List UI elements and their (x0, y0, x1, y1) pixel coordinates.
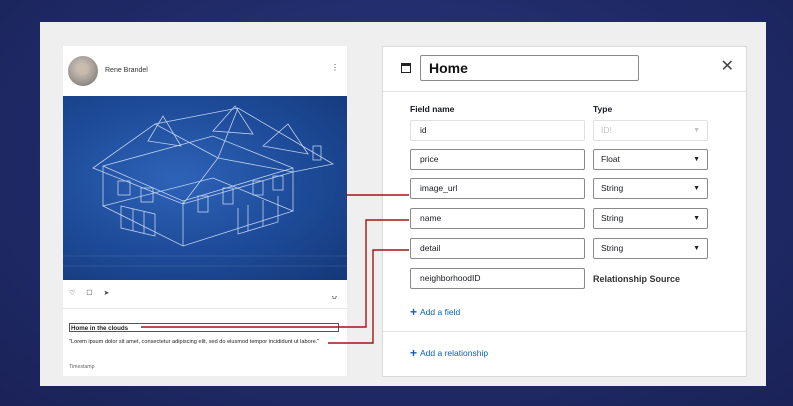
house-blueprint-image (63, 96, 347, 280)
divider (383, 331, 746, 332)
chevron-down-icon: ▼ (693, 127, 700, 134)
house-wireframe-icon (63, 105, 347, 267)
type-value: String (601, 243, 624, 253)
post-author: Rene Brandel (105, 67, 148, 74)
relationship-source-label: Relationship Source (593, 274, 681, 284)
type-value: ID! (601, 125, 612, 135)
type-select-name[interactable]: String ▼ (593, 208, 708, 229)
post-timestamp: Timestamp (69, 364, 95, 370)
post-actions: ♡ ☐ ➤ (69, 289, 118, 297)
field-name-header: Field name (410, 104, 455, 114)
post-title: Home in the clouds (69, 323, 339, 332)
field-name-input-id[interactable]: id (410, 120, 585, 141)
add-relationship-label: Add a relationship (420, 348, 489, 358)
post-description: "Lorem ipsum dolor sit amet, consectetur… (69, 339, 320, 345)
field-name-input-detail[interactable]: detail (410, 238, 585, 259)
add-field-button[interactable]: + Add a field (410, 305, 460, 319)
model-icon (401, 63, 411, 73)
close-icon[interactable]: ✕ (721, 58, 734, 76)
field-name-input-price[interactable]: price (410, 149, 585, 170)
type-header: Type (593, 104, 613, 114)
plus-icon: + (410, 305, 418, 319)
model-name-input[interactable]: Home (420, 55, 639, 81)
divider (63, 308, 347, 309)
type-value: String (601, 183, 624, 193)
field-name-input-name[interactable]: name (410, 208, 585, 229)
model-editor-panel: Home ✕ Field name Type id ID! ▼ price Fl… (382, 46, 747, 377)
chevron-down-icon: ▼ (693, 215, 700, 222)
chevron-down-icon: ▼ (693, 156, 700, 163)
more-options-icon[interactable]: ⋮ (331, 64, 339, 72)
field-name-input-neighborhood-id[interactable]: neighborhoodID (410, 268, 585, 289)
type-select-id[interactable]: ID! ▼ (593, 120, 708, 141)
comment-icon[interactable]: ☐ (86, 290, 92, 297)
plus-icon: + (410, 346, 418, 360)
type-value: Float (601, 154, 620, 164)
type-select-detail[interactable]: String ▼ (593, 238, 708, 259)
like-icon[interactable]: ♡ (69, 290, 75, 297)
avatar (68, 56, 98, 86)
add-field-label: Add a field (420, 307, 461, 317)
chevron-down-icon: ▼ (693, 245, 700, 252)
social-post-card: Rene Brandel ⋮ ♡ ☐ ➤ ⍽ Home in the cloud… (63, 46, 347, 376)
chevron-down-icon: ▼ (693, 185, 700, 192)
type-select-image-url[interactable]: String ▼ (593, 178, 708, 199)
share-icon[interactable]: ➤ (103, 290, 109, 297)
bookmark-icon[interactable]: ⍽ (332, 291, 337, 299)
field-name-input-image-url[interactable]: image_url (410, 178, 585, 199)
add-relationship-button[interactable]: + Add a relationship (410, 346, 488, 360)
panel-header: Home ✕ (383, 47, 746, 92)
type-value: String (601, 213, 624, 223)
type-select-price[interactable]: Float ▼ (593, 149, 708, 170)
